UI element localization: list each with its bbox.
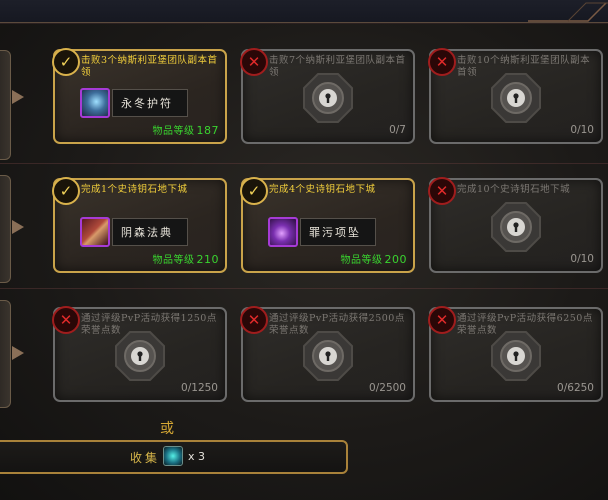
tome-icon[interactable] [80,217,110,247]
row-arrow-pvp [12,346,24,360]
progress-counter: 0/7 [389,124,406,136]
row-arrow-dungeon [12,220,24,234]
checkmark-icon: ✓ [52,48,80,76]
row-track-dungeon [0,175,11,283]
lock-icon [115,331,165,381]
reward-card-raid-7[interactable]: ✕ 击败7个纳斯利亚堡团队副本首领 0/7 [240,48,415,144]
item-level: 物品等级 187 [152,124,219,137]
reward-item[interactable]: 阴森法典 [80,216,188,248]
checkmark-icon: ✓ [52,177,80,205]
progress-counter: 0/6250 [557,382,594,394]
cross-icon: ✕ [428,48,456,76]
progress-counter: 0/2500 [369,382,406,394]
lock-icon [303,331,353,381]
progress-counter: 0/10 [570,253,594,265]
item-name: 罪污项坠 [300,218,376,246]
ice-trinket-icon[interactable] [80,88,110,118]
lock-icon [303,73,353,123]
frame-corner-ornament [528,2,608,22]
requirement-text: 完成4个史诗钥石地下城 [269,184,376,195]
reward-card-pvp-1250[interactable]: ✕ 通过评级PvP活动获得1250点荣誉点数 0/1250 [52,306,227,402]
item-level: 物品等级 200 [340,253,407,266]
lock-icon [491,202,541,252]
reward-card-pvp-6250[interactable]: ✕ 通过评级PvP活动获得6250点荣誉点数 0/6250 [428,306,603,402]
lock-icon [491,331,541,381]
reward-card-dungeon-10[interactable]: ✕ 完成10个史诗钥石地下城 0/10 [428,177,603,273]
cross-icon: ✕ [52,306,80,334]
cross-icon: ✕ [240,48,268,76]
requirement-text: 击败3个纳斯利亚堡团队副本首领 [81,55,218,78]
cross-icon: ✕ [428,306,456,334]
reward-item[interactable]: 永冬护符 [80,87,188,119]
row-divider [0,288,608,289]
reward-card-pvp-2500[interactable]: ✕ 通过评级PvP活动获得2500点荣誉点数 0/2500 [240,306,415,402]
reward-card-dungeon-1[interactable]: ✓ 完成1个史诗钥石地下城 阴森法典 物品等级 210 [52,177,227,273]
requirement-text: 完成10个史诗钥石地下城 [457,184,571,195]
top-frame-bar [0,0,608,23]
lock-icon [491,73,541,123]
reward-item[interactable]: 罪污项坠 [268,216,376,248]
reward-card-raid-3[interactable]: ✓ 击败3个纳斯利亚堡团队副本首领 永冬护符 物品等级 187 [52,48,227,144]
cross-icon: ✕ [240,306,268,334]
checkmark-icon: ✓ [240,177,268,205]
reward-card-raid-10[interactable]: ✕ 击败10个纳斯利亚堡团队副本首领 0/10 [428,48,603,144]
or-separator: 或 [160,421,174,437]
row-arrow-raid [12,90,24,104]
valor-crystal-icon[interactable] [163,446,183,466]
requirement-text: 完成1个史诗钥石地下城 [81,184,188,195]
collect-quantity: x 3 [188,450,206,463]
reward-card-dungeon-4[interactable]: ✓ 完成4个史诗钥石地下城 罪污项坠 物品等级 200 [240,177,415,273]
row-divider [0,163,608,164]
progress-counter: 0/1250 [181,382,218,394]
necklace-icon[interactable] [268,217,298,247]
row-track-pvp [0,300,11,408]
cross-icon: ✕ [428,177,456,205]
progress-counter: 0/10 [570,124,594,136]
collect-label: 收集 [130,451,161,465]
row-track-raid [0,50,11,160]
item-name: 永冬护符 [112,89,188,117]
item-name: 阴森法典 [112,218,188,246]
item-level: 物品等级 210 [152,253,219,266]
